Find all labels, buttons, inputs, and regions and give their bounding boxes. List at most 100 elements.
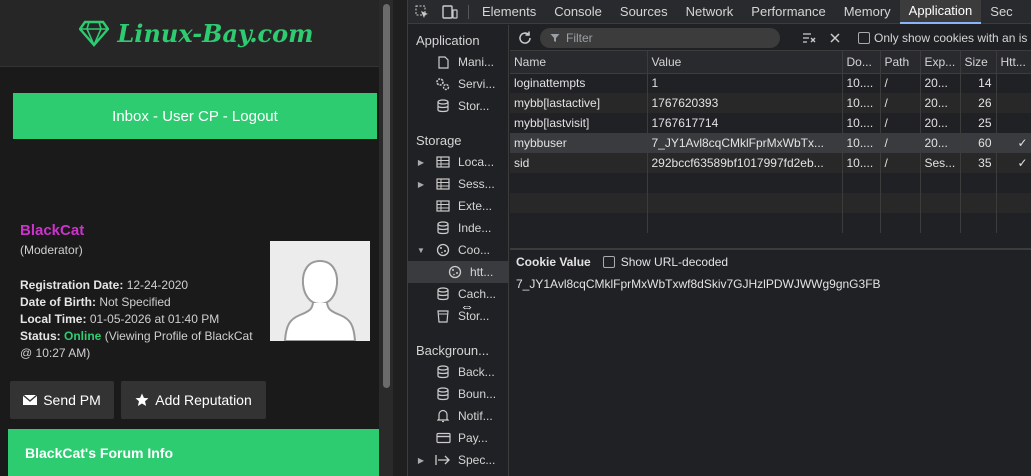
device-toolbar-icon[interactable]: [436, 0, 464, 24]
refresh-icon[interactable]: [514, 27, 536, 49]
sidebar-item-cache-storage[interactable]: Cach...: [408, 283, 508, 305]
table-row[interactable]: sid 292bccf63589bf1017997fd2eb... 10....…: [510, 153, 1031, 173]
sidebar-section-application: Application: [416, 32, 480, 48]
sidebar-item-label: Stor...: [458, 99, 490, 113]
site-logo-text[interactable]: Linux-Bay.com: [117, 19, 313, 48]
column-header-name[interactable]: Name: [510, 51, 648, 74]
add-reputation-button[interactable]: Add Reputation: [121, 381, 266, 419]
table-row[interactable]: loginattempts 1 10.... / 20... 14: [510, 73, 1031, 93]
inspect-element-icon[interactable]: [408, 0, 436, 24]
sidebar-item-payment-handler[interactable]: Pay...: [408, 427, 508, 449]
sidebar-item-bounce-tracking[interactable]: Boun...: [408, 383, 508, 405]
sidebar-item-label: Notif...: [458, 409, 493, 423]
cookie-expires: 20...: [920, 113, 961, 133]
tab-performance[interactable]: Performance: [742, 0, 834, 24]
cookie-domain: 10....: [842, 153, 881, 173]
cookie-path: /: [880, 133, 921, 153]
sidebar-item-storage-buckets[interactable]: Stor...: [408, 305, 508, 327]
sidebar-item-storage-overview[interactable]: Stor...: [408, 95, 508, 117]
table-row[interactable]: mybb[lastvisit] 1767617714 10.... / 20..…: [510, 113, 1031, 133]
default-avatar-icon: [270, 241, 370, 341]
user-nav-bar[interactable]: Inbox - User CP - Logout: [13, 93, 377, 139]
only-show-issues-checkbox[interactable]: [858, 31, 870, 44]
cookie-value: 1: [647, 73, 843, 93]
sidebar-item-service-workers[interactable]: Servi...: [408, 73, 508, 95]
cookie-httponly: [996, 73, 1031, 93]
local-time-label: Local Time:: [20, 312, 87, 326]
tab-security[interactable]: Sec: [981, 0, 1021, 24]
expand-arrow-icon[interactable]: ▶: [408, 158, 434, 167]
cookie-expires: 20...: [920, 73, 961, 93]
column-header-value[interactable]: Value: [647, 51, 843, 74]
sidebar-item-local-storage[interactable]: ▶ Loca...: [408, 151, 508, 173]
cookie-icon: [434, 242, 452, 258]
sidebar-item-session-storage[interactable]: ▶ Sess...: [408, 173, 508, 195]
sidebar-item-label: Servi...: [458, 77, 496, 91]
profile-username: BlackCat: [20, 222, 85, 239]
tab-console[interactable]: Console: [545, 0, 611, 24]
tab-network[interactable]: Network: [677, 0, 743, 24]
filter-input[interactable]: Filter: [540, 27, 780, 48]
sidebar-item-label: Boun...: [458, 387, 497, 401]
envelope-icon: [23, 394, 38, 405]
arrow-right-bar-icon: [434, 452, 452, 468]
delete-icon[interactable]: [824, 27, 846, 49]
cookie-value: 7_JY1Avl8cqCMklFprMxWbTx...: [647, 133, 843, 153]
cookie-path: /: [880, 153, 921, 173]
profile-details: Registration Date: 12-24-2020 Date of Bi…: [20, 277, 268, 362]
tab-elements[interactable]: Elements: [473, 0, 545, 24]
cookie-value-text[interactable]: 7_JY1Avl8cqCMklFprMxWbTxwf8dSkiv7GJHzlPD…: [516, 277, 1026, 291]
sidebar-item-indexeddb[interactable]: Inde...: [408, 217, 508, 239]
cookie-httponly: [996, 113, 1031, 133]
cookie-path: /: [880, 93, 921, 113]
cookie-value: 1767617714: [647, 113, 843, 133]
sidebar-item-label: Mani...: [458, 55, 495, 69]
cookie-value: 1767620393: [647, 93, 843, 113]
table-row[interactable]: mybb[lastactive] 1767620393 10.... / 20.…: [510, 93, 1031, 113]
dob-label: Date of Birth:: [20, 295, 96, 309]
page-scrollbar[interactable]: [379, 0, 393, 476]
column-header-httponly[interactable]: Htt...: [996, 51, 1031, 74]
table-row-selected[interactable]: mybbuser 7_JY1Avl8cqCMklFprMxWbTx... 10.…: [510, 133, 1031, 153]
scrollbar-thumb[interactable]: [383, 4, 390, 388]
table-icon: [434, 176, 452, 192]
send-pm-button[interactable]: Send PM: [10, 381, 114, 419]
clear-filtered-icon[interactable]: [798, 27, 820, 49]
sidebar-item-speculative-loads[interactable]: ▶ Spec...: [408, 449, 508, 471]
tab-application[interactable]: Application: [899, 0, 982, 24]
column-header-path[interactable]: Path: [880, 51, 921, 74]
show-url-decoded-checkbox[interactable]: [602, 256, 615, 268]
expand-arrow-icon[interactable]: ▶: [408, 180, 434, 189]
status-user-link[interactable]: BlackCat: [205, 329, 253, 343]
sidebar-item-cookie-origin[interactable]: htt...: [408, 261, 508, 283]
cookie-domain: 10....: [842, 133, 881, 153]
sidebar-item-label: Exte...: [458, 199, 493, 213]
column-header-domain[interactable]: Do...: [842, 51, 881, 74]
expand-arrow-icon[interactable]: ▶: [408, 456, 434, 465]
collapse-arrow-icon[interactable]: ▼: [408, 246, 434, 255]
cookie-path: /: [880, 73, 921, 93]
forum-info-header: BlackCat's Forum Info: [8, 429, 382, 476]
cookie-size: 35: [960, 153, 997, 173]
sidebar-section-storage: Storage: [416, 132, 462, 148]
bell-icon: [434, 408, 452, 424]
sidebar-item-manifest[interactable]: Mani...: [408, 51, 508, 73]
column-header-size[interactable]: Size: [960, 51, 997, 74]
sidebar-item-notifications[interactable]: Notif...: [408, 405, 508, 427]
column-header-expires[interactable]: Exp...: [920, 51, 961, 74]
sidebar-item-extension-storage[interactable]: Exte...: [408, 195, 508, 217]
filter-funnel-icon: [550, 33, 560, 42]
credit-card-icon: [434, 430, 452, 446]
sidebar-item-cookies[interactable]: ▼ Coo...: [408, 239, 508, 261]
diamond-logo-icon: [79, 20, 110, 47]
database-icon: [434, 98, 452, 114]
cookie-icon: [446, 264, 464, 280]
sidebar-item-label: Coo...: [458, 243, 491, 257]
sidebar-item-background-fetch[interactable]: Back...: [408, 361, 508, 383]
add-reputation-label: Add Reputation: [155, 392, 252, 408]
reg-date-label: Registration Date:: [20, 278, 124, 292]
tab-memory[interactable]: Memory: [835, 0, 900, 24]
tab-sources[interactable]: Sources: [611, 0, 677, 24]
cookies-table: Name Value Do... Path Exp... Size Htt...…: [510, 51, 1031, 233]
database-icon: [434, 364, 452, 380]
